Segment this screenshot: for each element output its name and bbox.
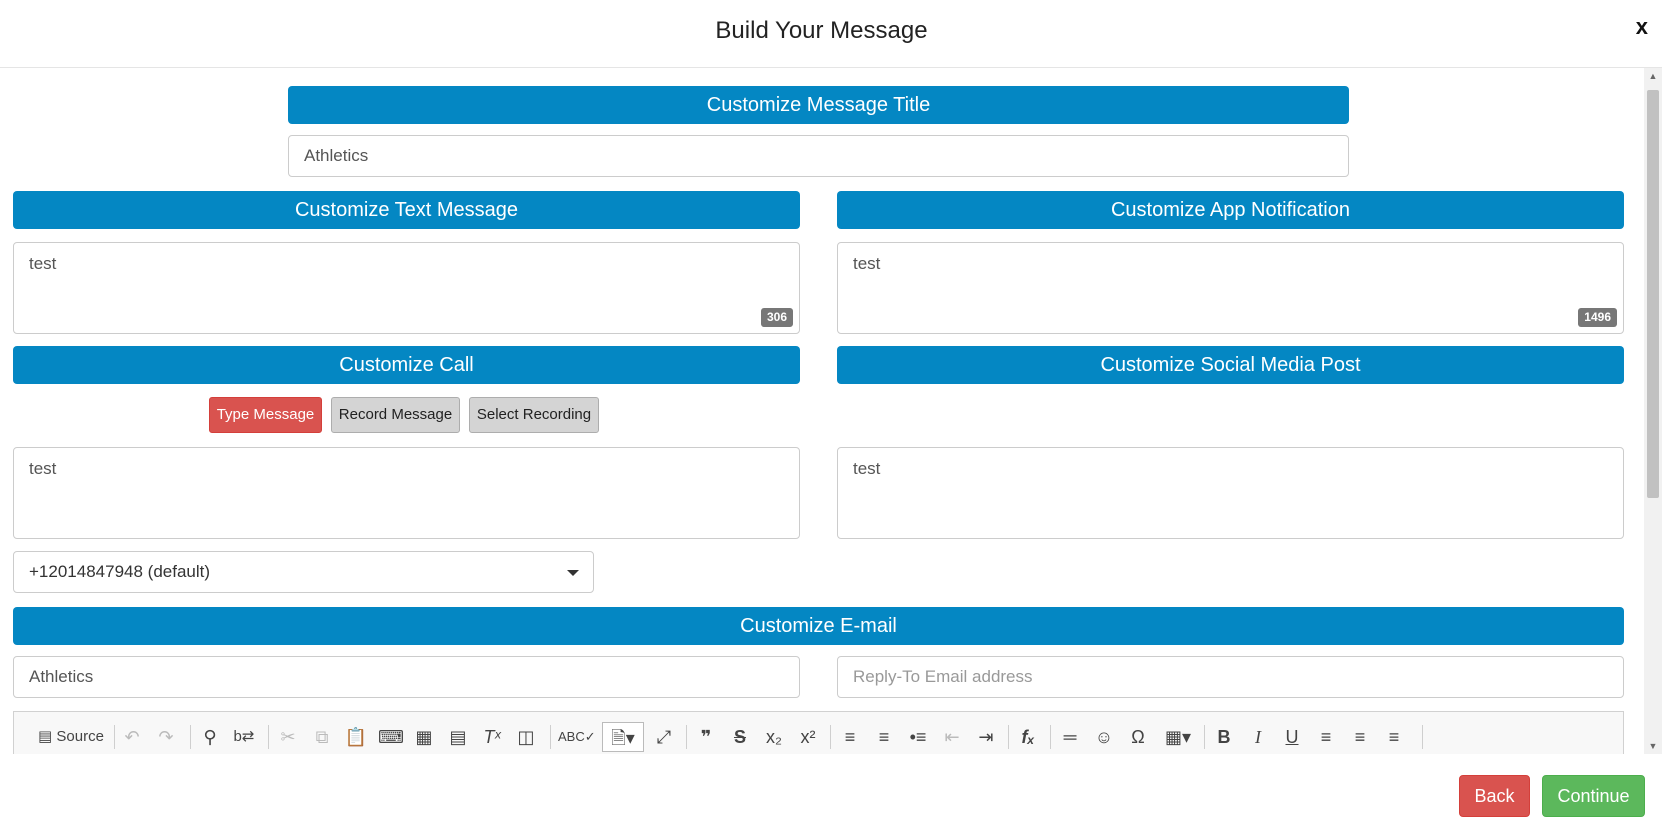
select-recording-button[interactable]: Select Recording — [469, 397, 599, 433]
call-message-textarea[interactable]: test — [13, 447, 800, 539]
toolbar-separator — [550, 725, 551, 749]
call-message-value: test — [29, 459, 57, 478]
italic-icon[interactable]: I — [1246, 722, 1270, 752]
toolbar-separator — [686, 725, 687, 749]
paste-icon[interactable]: 📋 — [344, 722, 368, 752]
source-icon: ▤ — [38, 728, 53, 745]
email-editor-toolbar: ▤ Source ↶ ↷ ⚲ b⇄ ✂ ⧉ 📋 ⌨ ▦ ▤ Tˣ ◫ ABC✓ … — [13, 711, 1624, 754]
back-button[interactable]: Back — [1459, 775, 1530, 817]
continue-button[interactable]: Continue — [1542, 775, 1645, 817]
toolbar-separator — [114, 725, 115, 749]
toolbar-separator — [1008, 725, 1009, 749]
scroll-down-icon[interactable]: ▼ — [1644, 738, 1662, 754]
superscript-icon[interactable]: x² — [796, 722, 820, 752]
formula-icon[interactable]: fₓ — [1016, 722, 1040, 752]
app-notification-header: Customize App Notification — [837, 191, 1624, 229]
modal-body: Customize Message Title Athletics Custom… — [0, 68, 1662, 754]
spellcheck-icon[interactable]: ABC✓ — [558, 722, 596, 752]
align-center-icon[interactable]: ≡ — [1348, 722, 1372, 752]
indent-icon[interactable]: ⇥ — [974, 722, 998, 752]
message-title-header: Customize Message Title — [288, 86, 1349, 124]
paste-word-icon[interactable]: ▦ — [412, 722, 436, 752]
build-message-modal: Build Your Message x Customize Message T… — [0, 0, 1662, 832]
select-all-icon[interactable]: ◫ — [514, 722, 538, 752]
subscript-icon[interactable]: x₂ — [762, 722, 786, 752]
cut-icon[interactable]: ✂ — [276, 722, 300, 752]
modal-footer: Back Continue — [0, 754, 1662, 832]
modal-header: Build Your Message x — [0, 0, 1662, 68]
caller-id-select[interactable]: +12014847948 (default) — [13, 551, 594, 593]
source-label: Source — [56, 728, 104, 745]
scroll-up-icon[interactable]: ▲ — [1644, 68, 1662, 84]
email-header: Customize E-mail — [13, 607, 1624, 645]
align-left-icon[interactable]: ≡ — [1314, 722, 1338, 752]
outdent-icon[interactable]: ⇤ — [940, 722, 964, 752]
toolbar-separator — [268, 725, 269, 749]
special-char-icon[interactable]: Ω — [1126, 722, 1150, 752]
underline-icon[interactable]: U — [1280, 722, 1304, 752]
app-notification-textarea[interactable]: test 1496 — [837, 242, 1624, 334]
email-subject-input[interactable]: Athletics — [13, 656, 800, 698]
close-button[interactable]: x — [1636, 14, 1648, 40]
social-media-textarea[interactable]: test — [837, 447, 1624, 539]
caller-id-value: +12014847948 (default) — [29, 562, 211, 581]
text-message-header: Customize Text Message — [13, 191, 800, 229]
toolbar-separator — [1050, 725, 1051, 749]
vertical-scrollbar[interactable]: ▲ ▼ — [1644, 68, 1662, 754]
bulleted-list-icon[interactable]: •≡ — [906, 722, 930, 752]
toolbar-separator — [1204, 725, 1205, 749]
table-icon[interactable]: ▦▾ — [1160, 722, 1196, 752]
source-button[interactable]: ▤ Source — [32, 722, 110, 752]
text-message-char-counter: 306 — [760, 308, 793, 327]
replace-icon[interactable]: b⇄ — [232, 722, 256, 752]
toolbar-separator — [830, 725, 831, 749]
chevron-down-icon — [567, 570, 579, 576]
undo-icon[interactable]: ↶ — [120, 722, 144, 752]
align-right-icon[interactable]: ≡ — [1382, 722, 1406, 752]
format-icon[interactable]: 🗎▾ — [602, 722, 644, 752]
template-icon[interactable]: ▤ — [446, 722, 470, 752]
strikethrough-icon[interactable]: S — [728, 722, 752, 752]
line-height-icon[interactable]: ≡ — [838, 722, 862, 752]
social-media-header: Customize Social Media Post — [837, 346, 1624, 384]
toolbar-separator — [190, 725, 191, 749]
find-icon[interactable]: ⚲ — [198, 722, 222, 752]
social-media-value: test — [853, 459, 881, 478]
bold-icon[interactable]: B — [1212, 722, 1236, 752]
reply-to-email-input[interactable]: Reply-To Email address — [837, 656, 1624, 698]
toolbar-separator — [1422, 725, 1423, 749]
text-message-textarea[interactable]: test 306 — [13, 242, 800, 334]
reply-to-placeholder: Reply-To Email address — [853, 667, 1033, 686]
call-header: Customize Call — [13, 346, 800, 384]
record-message-button[interactable]: Record Message — [331, 397, 460, 433]
redo-icon[interactable]: ↷ — [154, 722, 178, 752]
maximize-icon[interactable]: ⤢ — [652, 722, 676, 752]
app-notification-value: test — [853, 254, 881, 273]
type-message-button[interactable]: Type Message — [209, 397, 322, 433]
blockquote-icon[interactable]: ❞ — [694, 722, 718, 752]
smiley-icon[interactable]: ☺ — [1092, 722, 1116, 752]
app-notification-char-counter: 1496 — [1578, 308, 1617, 327]
horizontal-line-icon[interactable]: ═ — [1058, 722, 1082, 752]
remove-format-icon[interactable]: Tˣ — [480, 722, 504, 752]
scroll-thumb[interactable] — [1647, 90, 1659, 498]
modal-title: Build Your Message — [715, 17, 928, 44]
text-message-value: test — [29, 254, 57, 273]
numbered-list-icon[interactable]: ≡ — [872, 722, 896, 752]
message-title-input[interactable]: Athletics — [288, 135, 1349, 177]
paste-text-icon[interactable]: ⌨ — [378, 722, 404, 752]
copy-icon[interactable]: ⧉ — [310, 722, 334, 752]
